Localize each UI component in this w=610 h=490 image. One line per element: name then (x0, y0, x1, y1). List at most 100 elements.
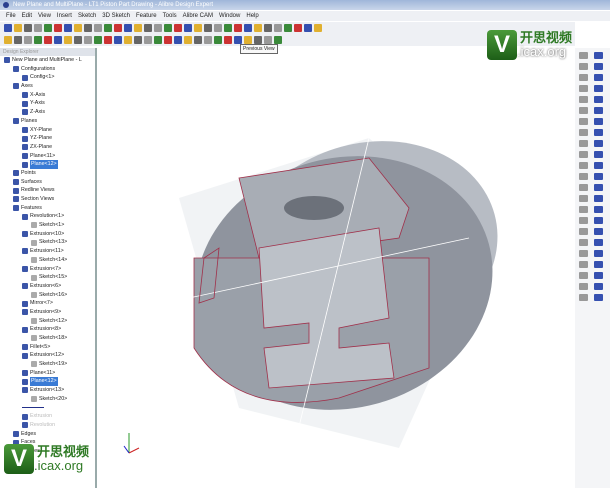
tool-icon[interactable] (579, 85, 588, 92)
tree-item[interactable]: Extrusion<11> (0, 247, 95, 256)
toolbar-button-icon[interactable] (154, 24, 162, 32)
toolbar-button-icon[interactable] (304, 24, 312, 32)
tree-item[interactable]: Extrusion<7> (0, 265, 95, 274)
tree-item[interactable] (0, 404, 95, 413)
toolbar-button-icon[interactable] (4, 36, 12, 44)
tree-item[interactable]: Sketch<12> (0, 317, 95, 326)
tool-icon[interactable] (579, 162, 588, 169)
tree-item[interactable]: Extrusion<12> (0, 351, 95, 360)
toolbar-button-icon[interactable] (124, 36, 132, 44)
tree-item[interactable]: ZX-Plane (0, 143, 95, 152)
toolbar-button-icon[interactable] (274, 36, 282, 44)
toolbar-button-icon[interactable] (204, 24, 212, 32)
toolbar-button-icon[interactable] (214, 24, 222, 32)
tree-item[interactable]: Plane<11> (0, 152, 95, 161)
toolbar-button-icon[interactable] (114, 24, 122, 32)
menu-view[interactable]: View (38, 13, 51, 19)
menu-window[interactable]: Window (219, 13, 240, 19)
tool-icon[interactable] (579, 195, 588, 202)
tool-icon[interactable] (579, 261, 588, 268)
tool-icon[interactable] (594, 129, 603, 136)
tool-icon[interactable] (594, 74, 603, 81)
tree-item[interactable]: Edges (0, 430, 95, 439)
toolbar-button-icon[interactable] (14, 24, 22, 32)
toolbar-button-icon[interactable] (14, 36, 22, 44)
toolbar-button-icon[interactable] (234, 24, 242, 32)
tree-item[interactable]: Y-Axis (0, 99, 95, 108)
toolbar-button-icon[interactable] (274, 24, 282, 32)
tool-icon[interactable] (594, 250, 603, 257)
tree-item[interactable]: Plane<11> (0, 369, 95, 378)
tree-item[interactable]: Revolution<1> (0, 212, 95, 221)
tree-item[interactable]: Sketch<19> (0, 360, 95, 369)
toolbar-button-icon[interactable] (24, 36, 32, 44)
tool-icon[interactable] (594, 118, 603, 125)
tool-icon[interactable] (579, 140, 588, 147)
tree-item[interactable]: Sketch<14> (0, 256, 95, 265)
tree-item[interactable]: Sketch<16> (0, 291, 95, 300)
tool-icon[interactable] (594, 261, 603, 268)
tree-item[interactable]: Sketch<18> (0, 334, 95, 343)
menu-3d-sketch[interactable]: 3D Sketch (102, 13, 130, 19)
tool-icon[interactable] (579, 217, 588, 224)
toolbar-button-icon[interactable] (74, 24, 82, 32)
tool-icon[interactable] (579, 272, 588, 279)
tool-icon[interactable] (579, 283, 588, 290)
tool-icon[interactable] (594, 272, 603, 279)
toolbar-button-icon[interactable] (184, 24, 192, 32)
tool-icon[interactable] (594, 85, 603, 92)
toolbar-button-icon[interactable] (174, 36, 182, 44)
tool-icon[interactable] (579, 184, 588, 191)
tool-icon[interactable] (579, 107, 588, 114)
tool-icon[interactable] (579, 129, 588, 136)
tree-item[interactable]: Sketch<1> (0, 221, 95, 230)
tree-item[interactable]: Redline Views (0, 186, 95, 195)
toolbar-button-icon[interactable] (54, 24, 62, 32)
toolbar-button-icon[interactable] (294, 24, 302, 32)
tree-item[interactable]: Plane<12> (0, 377, 95, 387)
tool-icon[interactable] (579, 118, 588, 125)
tool-icon[interactable] (579, 239, 588, 246)
toolbar-button-icon[interactable] (114, 36, 122, 44)
tree-item[interactable]: Points (0, 169, 95, 178)
tool-icon[interactable] (594, 184, 603, 191)
tool-icon[interactable] (594, 63, 603, 70)
tool-icon[interactable] (579, 52, 588, 59)
toolbar-button-icon[interactable] (264, 36, 272, 44)
toolbar-button-icon[interactable] (244, 36, 252, 44)
tree-item[interactable]: Mirror<7> (0, 299, 95, 308)
toolbar-button-icon[interactable] (104, 36, 112, 44)
toolbar-button-icon[interactable] (134, 24, 142, 32)
toolbar-button-icon[interactable] (244, 24, 252, 32)
tree-item[interactable]: Plane<12> (0, 160, 95, 169)
toolbar-button-icon[interactable] (34, 36, 42, 44)
toolbar-button-icon[interactable] (84, 24, 92, 32)
toolbar-button-icon[interactable] (204, 36, 212, 44)
menu-file[interactable]: File (6, 13, 16, 19)
toolbar-button-icon[interactable] (154, 36, 162, 44)
toolbar-button-icon[interactable] (24, 24, 32, 32)
menu-insert[interactable]: Insert (57, 13, 72, 19)
toolbar-button-icon[interactable] (174, 24, 182, 32)
toolbar-button-icon[interactable] (54, 36, 62, 44)
toolbar-button-icon[interactable] (254, 36, 262, 44)
toolbar-button-icon[interactable] (254, 24, 262, 32)
tree-item[interactable]: Sketch<13> (0, 238, 95, 247)
tree-item[interactable]: Sketch<20> (0, 395, 95, 404)
tree-item[interactable]: Config<1> (0, 73, 95, 82)
tool-icon[interactable] (579, 63, 588, 70)
toolbar-button-icon[interactable] (64, 36, 72, 44)
menu-sketch[interactable]: Sketch (78, 13, 96, 19)
tree-item[interactable]: Planes (0, 117, 95, 126)
tree-item[interactable]: Fillet<5> (0, 343, 95, 352)
toolbar-button-icon[interactable] (144, 24, 152, 32)
tree-item[interactable]: Extrusion<8> (0, 325, 95, 334)
tool-icon[interactable] (594, 107, 603, 114)
tree-item[interactable]: Features (0, 204, 95, 213)
toolbar-button-icon[interactable] (234, 36, 242, 44)
menu-help[interactable]: Help (246, 13, 258, 19)
tool-icon[interactable] (594, 96, 603, 103)
tool-icon[interactable] (594, 228, 603, 235)
tree-item[interactable]: Extrusion<9> (0, 308, 95, 317)
toolbar-button-icon[interactable] (224, 36, 232, 44)
